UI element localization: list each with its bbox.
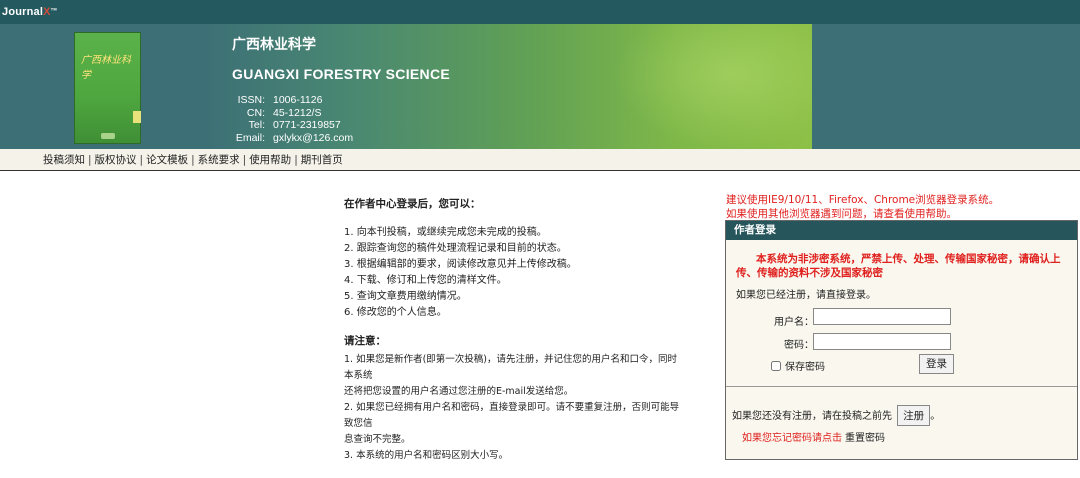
journal-banner: 广西林业科学 广西林业科学 GUANGXI FORESTRY SCIENCE I…	[0, 24, 1080, 149]
nav-separator: |	[88, 153, 92, 166]
cover-publisher-mark	[101, 133, 115, 139]
nav-copyright-agreement[interactable]: 版权协议	[95, 152, 137, 167]
list-item: 4. 下载、修订和上传您的清样文件。	[344, 275, 507, 286]
forgot-password-tip: 如果您忘记密码请点击	[742, 433, 842, 444]
login-button[interactable]: 登录	[919, 354, 954, 374]
reset-password-link[interactable]: 重置密码	[845, 433, 885, 444]
nav-separator: |	[242, 153, 247, 166]
notes-list: 1. 如果您是新作者(即第一次投稿)，请先注册，并记住您的用户名和口令，同时本系…	[344, 352, 684, 464]
registered-tip: 如果您已经注册，请直接登录。	[736, 290, 876, 301]
nav-paper-template[interactable]: 论文模板	[146, 152, 188, 167]
list-item: 3. 根据编辑部的要求，阅读修改意见并上传修改稿。	[344, 259, 577, 270]
journal-cover-image: 广西林业科学	[74, 32, 141, 144]
banner-highlight	[612, 24, 812, 149]
note-line: 息查询不完整。	[344, 434, 411, 445]
remember-password-checkbox[interactable]	[771, 360, 781, 371]
logo-text: Journal	[2, 6, 44, 18]
info-cn: CN: 45-1212/S	[246, 106, 322, 119]
journal-title-en: GUANGXI FORESTRY SCIENCE	[232, 66, 451, 82]
register-row: 如果您还没有注册，请在投稿之前先 注册。	[732, 405, 940, 426]
remember-password-label: 保存密码	[785, 362, 825, 373]
journalx-logo: JournalXTM	[2, 6, 57, 18]
login-panel-header: 作者登录	[726, 221, 1077, 240]
password-label: 密码：	[784, 340, 814, 351]
username-label: 用户名：	[774, 317, 814, 328]
browser-warning-line2[interactable]: 如果使用其他浏览器遇到问题，请查看使用帮助。	[726, 207, 999, 221]
note-line: 还将把您设置的用户名通过您注册的E-mail发送给您。	[344, 386, 574, 397]
info-issn: ISSN: 1006-1126	[237, 94, 323, 106]
register-period: 。	[930, 411, 941, 422]
nav-separator: |	[294, 153, 298, 166]
nav-help[interactable]: 使用帮助	[249, 152, 291, 167]
nav-separator: |	[139, 153, 144, 166]
note-line: 2. 如果您已经拥有用户名和密码，直接登录即可。请不要重复注册，否则可能导致您信	[344, 402, 680, 429]
cover-label	[133, 111, 141, 123]
author-center-intro: 在作者中心登录后，您可以： 1. 向本刊投稿，或继续完成您未完成的投稿。 2. …	[344, 196, 684, 464]
nav-bar: 投稿须知 | 版权协议 | 论文模板 | 系统要求 | 使用帮助 | 期刊首页	[0, 149, 1080, 171]
browser-warning-line1: 建议使用IE9/10/11、Firefox、Chrome浏览器登录系统。	[726, 194, 1000, 206]
not-registered-tip: 如果您还没有注册，请在投稿之前先	[732, 411, 892, 422]
info-email: Email: gxlykx@126.com	[235, 131, 354, 144]
panel-divider	[726, 386, 1077, 387]
nav-system-requirements[interactable]: 系统要求	[198, 152, 240, 167]
nav-submission-guide[interactable]: 投稿须知	[43, 152, 85, 167]
remember-password: 保存密码	[771, 358, 825, 373]
cover-title: 广西林业科学	[81, 55, 131, 81]
top-bar: JournalXTM	[0, 0, 1080, 24]
register-button[interactable]: 注册	[897, 405, 931, 426]
nav-journal-home[interactable]: 期刊首页	[301, 152, 343, 167]
intro-heading: 在作者中心登录后，您可以：	[344, 198, 481, 210]
note-line: 1. 如果您是新作者(即第一次投稿)，请先注册，并记住您的用户名和口令，同时本系…	[344, 354, 677, 381]
password-input[interactable]	[813, 333, 951, 350]
author-login-panel: 作者登录 本系统为非涉密系统，严禁上传、处理、传输国家秘密，请确认上传、传输的资…	[725, 220, 1078, 460]
list-item: 6. 修改您的个人信息。	[344, 307, 447, 318]
note-line: 3. 本系统的用户名和密码区别大小写。	[344, 450, 509, 461]
secret-notice: 本系统为非涉密系统，严禁上传、处理、传输国家秘密，请确认上传、传输的资料不涉及国…	[736, 253, 1061, 279]
browser-warning: 建议使用IE9/10/11、Firefox、Chrome浏览器登录系统。 如果使…	[726, 193, 999, 221]
notes-heading: 请注意：	[344, 335, 386, 347]
logo-tm: TM	[50, 6, 57, 12]
journal-title-cn: 广西林业科学	[232, 37, 316, 53]
list-item: 2. 跟踪查询您的稿件处理流程记录和目前的状态。	[344, 243, 567, 254]
journal-info: ISSN: 1006-1126 CN: 45-1212/S Tel: 0771-231…	[232, 94, 353, 144]
username-input[interactable]	[813, 308, 951, 325]
logo-x: X	[43, 6, 51, 18]
nav-separator: |	[191, 153, 195, 166]
forgot-password-row: 如果您忘记密码请点击 重置密码	[742, 429, 885, 444]
feature-list: 1. 向本刊投稿，或继续完成您未完成的投稿。 2. 跟踪查询您的稿件处理流程记录…	[344, 225, 684, 321]
info-tel: Tel: 0771-2319857	[248, 119, 341, 131]
list-item: 5. 查询文章费用缴纳情况。	[344, 291, 467, 302]
list-item: 1. 向本刊投稿，或继续完成您未完成的投稿。	[344, 227, 547, 238]
